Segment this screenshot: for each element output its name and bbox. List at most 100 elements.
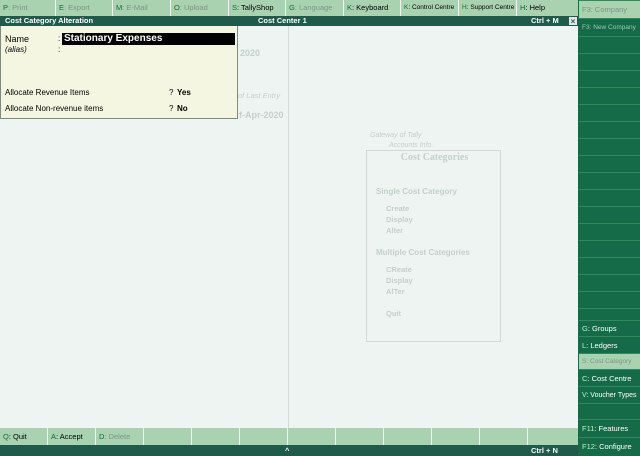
cost-category-form: Name : Stationary Expenses (alias) : All…: [0, 26, 238, 119]
rbtn-voucher-types[interactable]: V: Voucher Types: [579, 386, 640, 403]
menu-label: : Print: [8, 3, 28, 12]
pane-divider: [288, 26, 289, 428]
name-label: Name: [5, 34, 30, 44]
menu-keyboard[interactable]: K: Keyboard: [344, 0, 401, 16]
rbtn-empty: [579, 53, 640, 70]
rbtn-empty: [579, 291, 640, 308]
title-shortcut: Ctrl + M: [531, 16, 559, 25]
bb-label: : Delete: [104, 432, 131, 441]
rbtn-label: : Configure: [594, 442, 632, 451]
menu-label: : Export: [64, 3, 90, 12]
ghost-item-multi-display: Display: [386, 276, 413, 285]
rbtn-label: : Cost Category: [586, 358, 632, 365]
rbtn-cost-centre[interactable]: C: Cost Centre: [579, 369, 640, 386]
menu-email[interactable]: M: E-Mail: [113, 0, 171, 16]
rbtn-empty: [579, 403, 640, 419]
ghost-date: f-Apr-2020: [239, 110, 284, 120]
rbtn-key: F12: [582, 442, 595, 451]
company-name: Cost Center 1: [258, 16, 307, 25]
bb-label: : Quit: [8, 432, 27, 441]
rbtn-configure[interactable]: F12: Configure: [579, 437, 640, 456]
ghost-single-heading: Single Cost Category: [376, 187, 457, 196]
ghost-accounts-info: Accounts Info.: [389, 142, 434, 149]
screen-title: Cost Category Alteration: [5, 16, 94, 25]
menu-label: : Help: [525, 3, 546, 12]
menu-label: : TallyShop: [237, 3, 274, 12]
rbtn-empty: [579, 308, 640, 320]
rbtn-key: F3: [582, 5, 591, 14]
ghost-box-title: Cost Categories: [400, 152, 469, 163]
allocate-nonrevenue-field[interactable]: No: [177, 104, 188, 113]
bottom-slot-empty: [192, 428, 240, 445]
bottom-slot-empty: [384, 428, 432, 445]
rbtn-empty: [579, 240, 640, 257]
delete-button[interactable]: D: Delete: [96, 428, 144, 445]
rbtn-cost-category[interactable]: S: Cost Category: [579, 353, 640, 369]
rbtn-label: : Ledgers: [586, 341, 618, 350]
rbtn-empty: [579, 121, 640, 138]
rbtn-empty: [579, 87, 640, 104]
rbtn-features[interactable]: F11: Features: [579, 419, 640, 437]
rbtn-label: : Cost Centre: [587, 374, 632, 383]
alias-colon: :: [58, 45, 61, 54]
menu-control-centre[interactable]: K: Control Centre: [401, 0, 459, 16]
rbtn-empty: [579, 138, 640, 155]
bottom-button-bar: Q: Quit A: Accept D: Delete: [0, 428, 578, 445]
ghost-item-create: Create: [386, 204, 410, 213]
rbtn-new-company[interactable]: F3: New Company: [579, 18, 640, 36]
quit-button[interactable]: Q: Quit: [0, 428, 48, 445]
rbtn-empty: [579, 223, 640, 240]
rbtn-empty: [579, 70, 640, 87]
bottom-slot-empty: [432, 428, 480, 445]
allocate-revenue-field[interactable]: Yes: [177, 88, 191, 97]
status-shortcut: Ctrl + N: [531, 446, 558, 455]
menu-support-centre[interactable]: H: Support Centre: [459, 0, 517, 16]
allocate-nonrevenue-q: ?: [169, 104, 174, 113]
bottom-slot-empty: [288, 428, 336, 445]
rbtn-company[interactable]: F3: Company: [579, 0, 640, 18]
menu-label: : Keyboard: [352, 3, 389, 12]
right-button-panel: F3: Company F3: New Company G: Groups L:…: [578, 0, 640, 456]
ghost-menu-box: Cost Categories Single Cost Category Cre…: [366, 150, 501, 342]
ghost-multiple-heading: Multiple Cost Categories: [376, 248, 470, 257]
menu-label: : Language: [294, 3, 333, 12]
bottom-slot-empty: [480, 428, 528, 445]
close-icon[interactable]: ×: [568, 16, 578, 26]
menu-tallyshop[interactable]: S: TallyShop: [229, 0, 286, 16]
alias-label: (alias): [5, 45, 27, 54]
menu-upload[interactable]: O: Upload: [171, 0, 229, 16]
menu-language[interactable]: G: Language: [286, 0, 344, 16]
rbtn-key: F11: [582, 424, 595, 433]
allocate-revenue-label: Allocate Revenue Items: [5, 88, 90, 97]
name-colon: :: [58, 34, 61, 43]
rbtn-groups[interactable]: G: Groups: [579, 320, 640, 336]
rbtn-ledgers[interactable]: L: Ledgers: [579, 336, 640, 353]
ghost-item-display: Display: [386, 215, 413, 224]
top-menu-bar: P: Print E: Export M: E-Mail O: Upload S…: [0, 0, 578, 16]
rbtn-empty: [579, 172, 640, 189]
accept-button[interactable]: A: Accept: [48, 428, 96, 445]
rbtn-empty: [579, 257, 640, 274]
rbtn-label: : Features: [594, 424, 629, 433]
scroll-up-icon[interactable]: ^: [285, 445, 289, 456]
rbtn-empty: [579, 189, 640, 206]
title-bar: Cost Category Alteration Cost Center 1 C…: [0, 16, 578, 26]
menu-export[interactable]: E: Export: [56, 0, 113, 16]
ghost-item-quit: Quit: [386, 309, 401, 318]
ghost-item-multi-alter: AlTer: [386, 287, 405, 296]
rbtn-label: : Company: [590, 5, 628, 14]
status-bar: ^ Ctrl + N: [0, 445, 578, 456]
ghost-item-multi-create: CReate: [386, 265, 412, 274]
allocate-nonrevenue-label: Allocate Non-revenue items: [5, 104, 104, 113]
menu-print[interactable]: P: Print: [0, 0, 56, 16]
rbtn-label: : Groups: [587, 324, 617, 333]
name-field[interactable]: Stationary Expenses: [62, 33, 235, 45]
bb-label: : Accept: [56, 432, 83, 441]
bottom-slot-empty: [336, 428, 384, 445]
rbtn-empty: [579, 104, 640, 121]
menu-label: : Upload: [179, 3, 208, 12]
rbtn-empty: [579, 155, 640, 172]
ghost-year: 2020: [240, 48, 261, 58]
menu-label: : Control Centre: [408, 4, 455, 11]
menu-help[interactable]: H: Help: [517, 0, 578, 16]
